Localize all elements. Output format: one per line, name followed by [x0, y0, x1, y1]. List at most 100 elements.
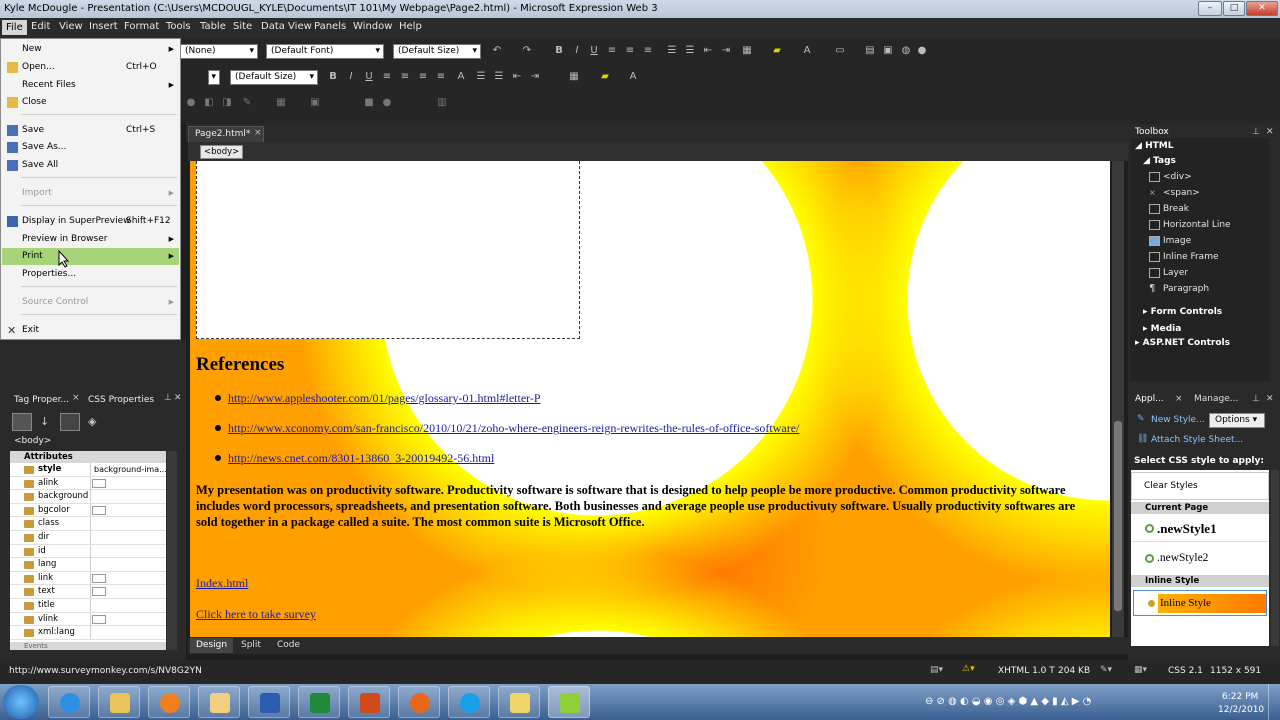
show-set-properties-icon[interactable]: [60, 413, 80, 431]
increase-indent-icon-secondary[interactable]: ⇥: [528, 70, 542, 84]
attribute-value[interactable]: [90, 517, 166, 531]
bold-button-secondary[interactable]: B: [326, 70, 340, 84]
styles-scrollbar[interactable]: [1271, 470, 1279, 646]
attribute-row[interactable]: id: [10, 544, 166, 559]
style-application-icon[interactable]: ✎▾: [1100, 665, 1112, 675]
toolbox-html-group[interactable]: ◢ HTML: [1135, 141, 1173, 151]
close-panel-icon[interactable]: ✕: [1266, 394, 1274, 404]
minimize-button[interactable]: –: [1198, 1, 1222, 16]
toolbox-item-break[interactable]: Break: [1163, 204, 1189, 214]
menu-help[interactable]: Help: [399, 21, 422, 32]
layout-table-icon[interactable]: ▦: [274, 96, 288, 110]
close-panel-icon[interactable]: ✕: [1266, 127, 1274, 137]
menu-table[interactable]: Table: [200, 21, 226, 32]
menu-item-exit[interactable]: ✕ Exit: [2, 322, 179, 339]
toolbox-aspnet-group[interactable]: ▸ ASP.NET Controls: [1135, 338, 1230, 348]
undo-icon[interactable]: ↶: [490, 44, 504, 58]
bullet-list-icon[interactable]: ☰: [683, 44, 697, 58]
send-backward-icon[interactable]: ◨: [220, 96, 234, 110]
bold-button[interactable]: B: [552, 44, 566, 58]
numbered-list-icon-secondary[interactable]: ☰: [474, 70, 488, 84]
close-button[interactable]: ✕: [1246, 1, 1278, 16]
color-swatch[interactable]: [92, 505, 106, 515]
menu-item-recent-files[interactable]: Recent Files ▶: [2, 77, 179, 94]
bring-forward-icon[interactable]: ◧: [202, 96, 216, 110]
tab-code[interactable]: Code: [277, 638, 300, 653]
align-center-icon-secondary[interactable]: ≡: [398, 70, 412, 84]
redo-icon[interactable]: ↷: [520, 44, 534, 58]
new-style-link[interactable]: New Style...: [1151, 415, 1205, 425]
reference-link-1[interactable]: http://www.appleshooter.com/01/pages/glo…: [228, 391, 541, 406]
menu-item-save[interactable]: Save Ctrl+S: [2, 122, 179, 139]
attributes-scrollbar[interactable]: [167, 451, 177, 650]
pin-icon[interactable]: ⊥: [1252, 394, 1260, 404]
menu-item-display-in-superpreview[interactable]: Display in SuperPreview Shift+F12: [2, 213, 179, 230]
style-select[interactable]: (None): [180, 44, 258, 59]
toolbox-form-controls-group[interactable]: ▸ Form Controls: [1143, 307, 1222, 317]
toolbox-item-paragraph[interactable]: Paragraph: [1163, 284, 1209, 294]
menu-item-open[interactable]: Open... Ctrl+O: [2, 59, 179, 76]
menu-item-new[interactable]: New ▶: [2, 41, 179, 58]
align-right-icon[interactable]: ≡: [641, 44, 655, 58]
taskbar-outlook[interactable]: [198, 686, 240, 718]
menu-panels[interactable]: Panels: [314, 21, 346, 32]
reference-link-3[interactable]: http://news.cnet.com/8301-13860_3-200194…: [228, 451, 494, 466]
highlight-icon-secondary[interactable]: ▰: [598, 70, 612, 84]
decrease-indent-icon[interactable]: ⇤: [701, 44, 715, 58]
menu-file[interactable]: File: [2, 20, 27, 35]
size-select[interactable]: (Default Size): [393, 44, 481, 59]
page-size-status[interactable]: 1152 x 591: [1210, 666, 1261, 676]
attribute-value[interactable]: [90, 490, 166, 504]
toolbox-item-layer[interactable]: Layer: [1163, 268, 1188, 278]
css-level-status[interactable]: CSS 2.1: [1168, 666, 1203, 676]
toolbox-media-group[interactable]: ▸ Media: [1143, 324, 1181, 334]
inline-style-item[interactable]: Inline Style: [1133, 590, 1267, 616]
rectangle-icon[interactable]: ■: [362, 96, 376, 110]
menu-window[interactable]: Window: [353, 21, 392, 32]
css-icon[interactable]: ▦▾: [1134, 665, 1147, 675]
color-swatch[interactable]: [92, 573, 106, 583]
justify-icon[interactable]: ≡: [434, 70, 448, 84]
menu-format[interactable]: Format: [124, 21, 159, 32]
style-item-newstyle1[interactable]: .newStyle1: [1131, 516, 1269, 542]
menu-item-close[interactable]: Close: [2, 94, 179, 111]
attribute-value[interactable]: [90, 531, 166, 544]
pin-icon[interactable]: ⊥: [1252, 127, 1260, 137]
underline-button-secondary[interactable]: U: [362, 70, 376, 84]
warning-icon[interactable]: ⚠▾: [962, 664, 975, 674]
align-left-icon-secondary[interactable]: ≡: [380, 70, 394, 84]
style-item-newstyle2[interactable]: .newStyle2: [1131, 546, 1269, 572]
toolbox-tags-group[interactable]: ◢ Tags: [1143, 156, 1176, 166]
tab-manage-styles[interactable]: Manage...: [1194, 394, 1238, 404]
taskbar-firefox[interactable]: [398, 686, 440, 718]
numbered-list-icon[interactable]: ☰: [665, 44, 679, 58]
system-tray-icons[interactable]: ⊖ ⊘ ◍ ◐ ◒ ◉ ◎ ◈ ⬢ ▲ ◆ ▮ ◭ ▶ ◔: [925, 696, 1091, 707]
menu-item-save-as[interactable]: Save As...: [2, 139, 179, 156]
decrease-indent-icon-secondary[interactable]: ⇤: [510, 70, 524, 84]
grow-font-icon[interactable]: A: [454, 70, 468, 84]
draw-icon[interactable]: ✎: [240, 96, 254, 110]
reference-link-2[interactable]: http://www.xconomy.com/san-francisco/201…: [228, 421, 799, 436]
italic-button-secondary[interactable]: I: [344, 70, 358, 84]
attribute-row[interactable]: background: [10, 490, 166, 504]
attribute-row[interactable]: class: [10, 517, 166, 531]
attribute-value[interactable]: [90, 558, 166, 572]
clock-time[interactable]: 6:22 PM: [1222, 692, 1258, 702]
color-swatch[interactable]: [92, 587, 106, 597]
tab-design[interactable]: Design: [190, 638, 234, 653]
align-left-icon[interactable]: ≡: [605, 44, 619, 58]
attribute-value[interactable]: [90, 626, 166, 640]
attribute-value[interactable]: background-ima...: [90, 463, 166, 476]
menu-item-preview-in-browser[interactable]: Preview in Browser ▶: [2, 231, 179, 248]
options-dropdown[interactable]: Options ▾: [1209, 413, 1265, 428]
tag-icon[interactable]: ◈: [88, 415, 96, 428]
taskbar-folder[interactable]: [498, 686, 540, 718]
align-center-icon[interactable]: ≡: [623, 44, 637, 58]
cell-icon[interactable]: ▣: [308, 96, 322, 110]
layer-box[interactable]: [196, 161, 580, 339]
menu-data-view[interactable]: Data View: [261, 21, 312, 32]
clear-styles-item[interactable]: Clear Styles: [1131, 472, 1269, 500]
taskbar-explorer[interactable]: [98, 686, 140, 718]
document-scrollbar[interactable]: [1112, 161, 1124, 637]
taskbar-ie[interactable]: [48, 686, 90, 718]
